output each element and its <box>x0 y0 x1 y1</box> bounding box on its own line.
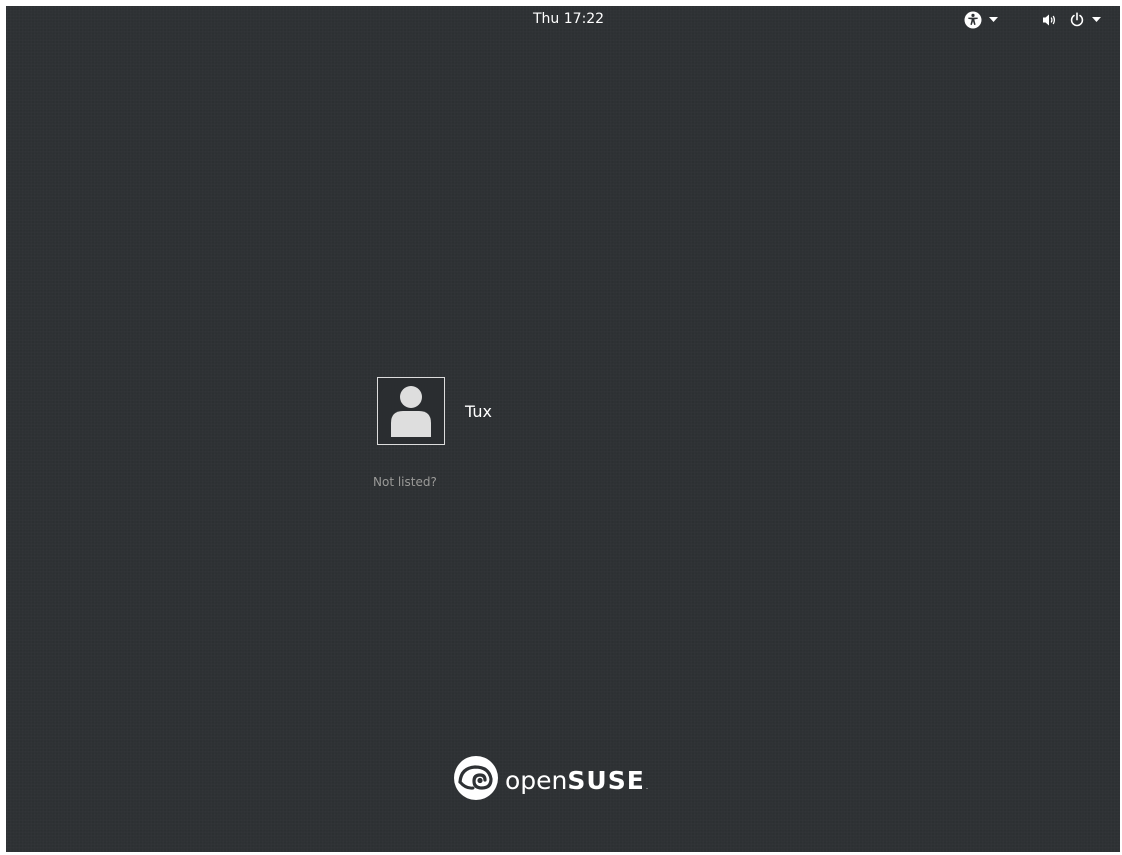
accessibility-icon <box>964 11 982 29</box>
logo-text-suse: SUSE <box>567 765 645 795</box>
login-screen: Thu 17:22 Tux Not listed? open SUSE . <box>6 6 1120 852</box>
opensuse-chameleon-icon <box>453 755 499 805</box>
caret-down-icon <box>989 17 998 23</box>
logo-text: open SUSE . <box>505 766 648 795</box>
system-menu[interactable] <box>1042 11 1101 29</box>
user-avatar-icon <box>389 381 433 441</box>
power-icon <box>1069 12 1085 28</box>
top-bar: Thu 17:22 <box>6 6 1120 34</box>
opensuse-logo: open SUSE . <box>453 755 648 805</box>
user-list-item-tux[interactable]: Tux <box>377 377 492 445</box>
user-name: Tux <box>465 401 492 421</box>
avatar <box>377 377 445 445</box>
accessibility-menu[interactable] <box>964 11 998 29</box>
clock[interactable]: Thu 17:22 <box>533 11 604 27</box>
logo-text-open: open <box>505 765 568 795</box>
not-listed-button[interactable]: Not listed? <box>373 475 437 489</box>
volume-icon <box>1042 12 1058 28</box>
logo-text-suffix: . <box>645 781 649 791</box>
caret-down-icon <box>1092 17 1101 23</box>
